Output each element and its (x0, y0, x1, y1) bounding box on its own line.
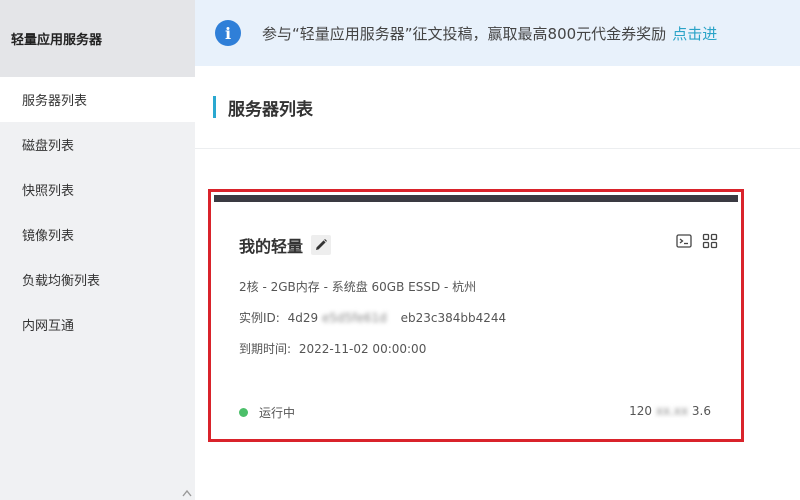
ip-prefix: 120 (629, 404, 653, 418)
terminal-icon[interactable] (676, 233, 692, 249)
sidebar-item-load-balancer-list[interactable]: 负载均衡列表 (0, 257, 195, 302)
sidebar-title: 轻量应用服务器 (0, 0, 195, 77)
collapse-icon[interactable] (181, 488, 193, 498)
page-title: 服务器列表 (228, 99, 313, 120)
sidebar-item-intranet[interactable]: 内网互通 (0, 302, 195, 347)
notice-text: 参与“轻量应用服务器”征文投稿，赢取最高800元代金券奖励 (262, 24, 667, 43)
page-header: 服务器列表 (195, 66, 800, 149)
expire-label: 到期时间: (239, 342, 292, 356)
status-text: 运行中 (259, 406, 296, 420)
expire-row: 到期时间: 2022-11-02 00:00:00 (239, 340, 426, 357)
sidebar-item-disk-list[interactable]: 磁盘列表 (0, 122, 195, 167)
card-top-bar (214, 195, 738, 202)
sidebar-item-image-list[interactable]: 镜像列表 (0, 212, 195, 257)
instance-id-row: 实例ID: 4d29 e5d5fe61d eb23c384bb4244 (239, 309, 506, 326)
instance-id-prefix: 4d29 (287, 311, 319, 325)
sidebar-item-snapshot-list[interactable]: 快照列表 (0, 167, 195, 212)
card-name-row: 我的轻量 (239, 233, 332, 257)
ip-masked: xx.xx (655, 404, 689, 418)
status-row: 运行中 (239, 404, 295, 421)
instance-id-masked: e5d5fe61d (322, 311, 387, 325)
server-card[interactable]: 我的轻量 2核 - 2GB内存 - 系统盘 60GB ESSD - 杭州 实例I… (214, 195, 738, 436)
notice-link[interactable]: 点击进 (672, 23, 717, 44)
instance-id-label: 实例ID: (239, 311, 280, 325)
sidebar-item-server-list[interactable]: 服务器列表 (0, 77, 195, 122)
server-name: 我的轻量 (239, 237, 304, 256)
status-dot (239, 408, 248, 417)
main-content: i 参与“轻量应用服务器”征文投稿，赢取最高800元代金券奖励 点击进 服务器列… (195, 0, 800, 500)
highlight-frame: 我的轻量 2核 - 2GB内存 - 系统盘 60GB ESSD - 杭州 实例I… (208, 189, 744, 442)
title-accent-bar (213, 96, 216, 118)
expire-value: 2022-11-02 00:00:00 (298, 342, 427, 356)
public-ip[interactable]: 120 xx.xx 3.6 (629, 404, 711, 418)
card-actions (676, 233, 718, 249)
info-icon: i (215, 20, 241, 46)
server-list-area: 我的轻量 2核 - 2GB内存 - 系统盘 60GB ESSD - 杭州 实例I… (195, 150, 800, 500)
ip-suffix: 3.6 (691, 404, 711, 418)
sidebar: 轻量应用服务器 服务器列表 磁盘列表 快照列表 镜像列表 负载均衡列表 内网互通 (0, 0, 195, 500)
notice-banner: i 参与“轻量应用服务器”征文投稿，赢取最高800元代金券奖励 点击进 (195, 0, 800, 66)
edit-icon[interactable] (311, 235, 332, 255)
instance-id-suffix: eb23c384bb4244 (400, 311, 507, 325)
sidebar-nav: 服务器列表 磁盘列表 快照列表 镜像列表 负载均衡列表 内网互通 (0, 77, 195, 347)
more-apps-icon[interactable] (702, 233, 718, 249)
server-spec: 2核 - 2GB内存 - 系统盘 60GB ESSD - 杭州 (239, 280, 477, 294)
